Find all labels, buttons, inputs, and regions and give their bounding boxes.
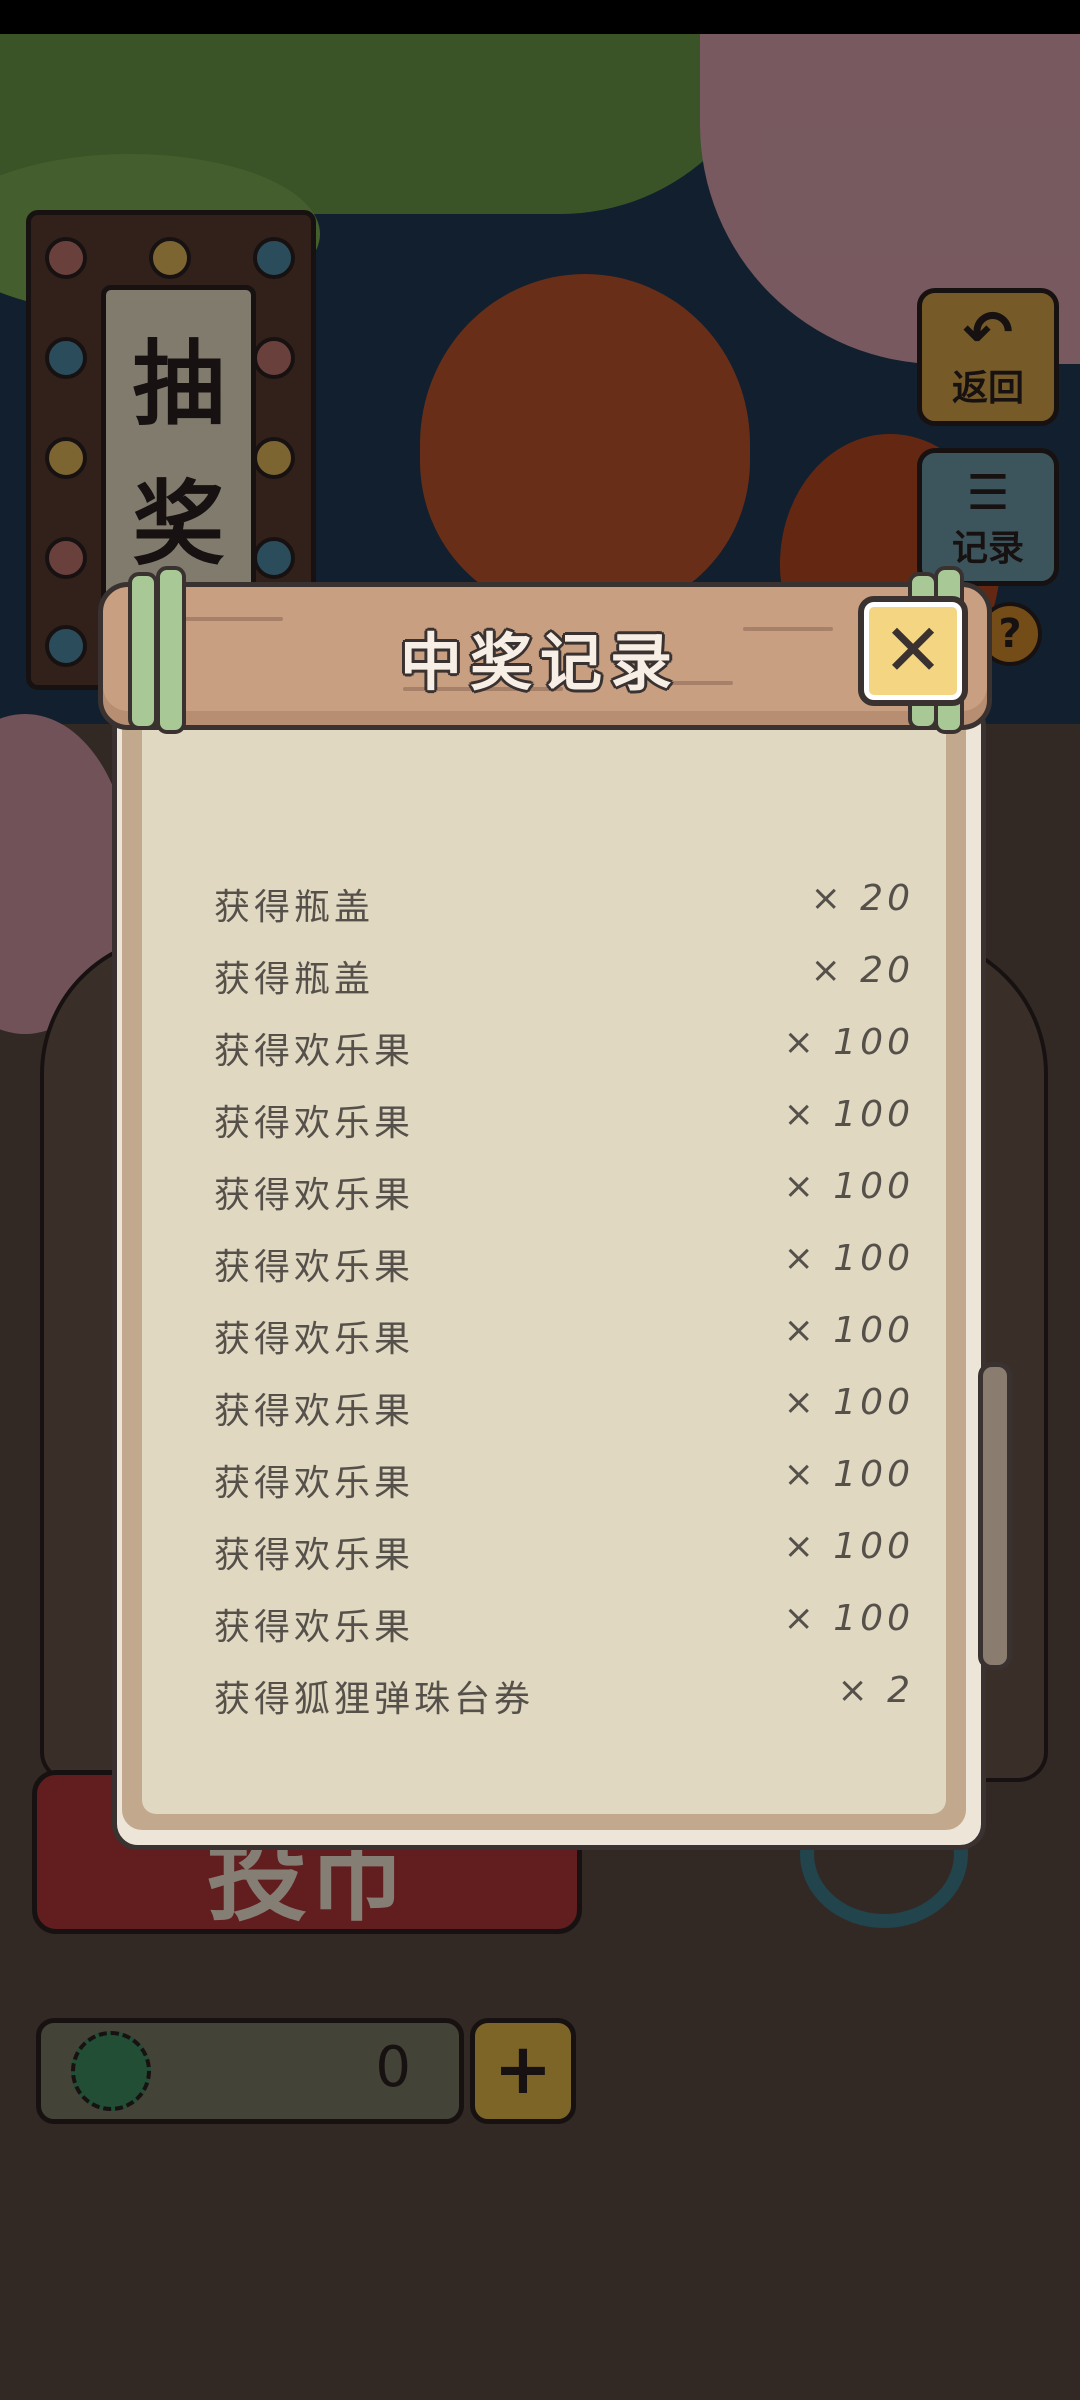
- prize-record-list[interactable]: 获得瓶盖 × 20 获得瓶盖 × 20 获得欢乐果 × 100 获得欢乐果 × 100 获得欢乐…: [214, 872, 914, 1736]
- close-button[interactable]: ✕: [858, 596, 968, 706]
- record-row: 获得欢乐果 × 100: [214, 1520, 914, 1592]
- record-quantity: × 100: [783, 1382, 914, 1423]
- record-label: 获得瓶盖: [214, 959, 375, 1000]
- record-quantity: × 20: [810, 878, 914, 919]
- record-label: 获得欢乐果: [214, 1463, 415, 1504]
- record-label: 获得欢乐果: [214, 1031, 415, 1072]
- record-row: 获得欢乐果 × 100: [214, 1088, 914, 1160]
- record-row: 获得瓶盖 × 20: [214, 872, 914, 944]
- record-row: 获得欢乐果 × 100: [214, 1376, 914, 1448]
- record-quantity: × 100: [783, 1598, 914, 1639]
- record-label: 获得欢乐果: [214, 1391, 415, 1432]
- record-label: 获得欢乐果: [214, 1607, 415, 1648]
- record-quantity: × 100: [783, 1238, 914, 1279]
- record-label: 获得欢乐果: [214, 1247, 415, 1288]
- record-row: 获得瓶盖 × 20: [214, 944, 914, 1016]
- record-quantity: × 100: [783, 1454, 914, 1495]
- modal-title: 中奖记录: [399, 626, 680, 699]
- record-row: 获得欢乐果 × 100: [214, 1160, 914, 1232]
- record-quantity: × 20: [810, 950, 914, 991]
- record-label: 获得瓶盖: [214, 887, 375, 928]
- record-row: 获得欢乐果 × 100: [214, 1592, 914, 1664]
- record-quantity: × 2: [837, 1670, 914, 1711]
- record-quantity: × 100: [783, 1526, 914, 1567]
- scrollbar[interactable]: [978, 1362, 1012, 1670]
- record-row: 获得欢乐果 × 100: [214, 1232, 914, 1304]
- record-row: 获得欢乐果 × 100: [214, 1304, 914, 1376]
- record-label: 获得欢乐果: [214, 1535, 415, 1576]
- record-label: 获得欢乐果: [214, 1319, 415, 1360]
- record-quantity: × 100: [783, 1022, 914, 1063]
- record-row: 获得狐狸弹珠台券 × 2: [214, 1664, 914, 1736]
- close-icon: ✕: [882, 608, 944, 692]
- record-label: 获得欢乐果: [214, 1103, 415, 1144]
- record-quantity: × 100: [783, 1166, 914, 1207]
- record-row: 获得欢乐果 × 100: [214, 1016, 914, 1088]
- record-label: 获得欢乐果: [214, 1175, 415, 1216]
- record-quantity: × 100: [783, 1094, 914, 1135]
- record-label: 获得狐狸弹珠台券: [214, 1679, 535, 1720]
- record-quantity: × 100: [783, 1310, 914, 1351]
- record-row: 获得欢乐果 × 100: [214, 1448, 914, 1520]
